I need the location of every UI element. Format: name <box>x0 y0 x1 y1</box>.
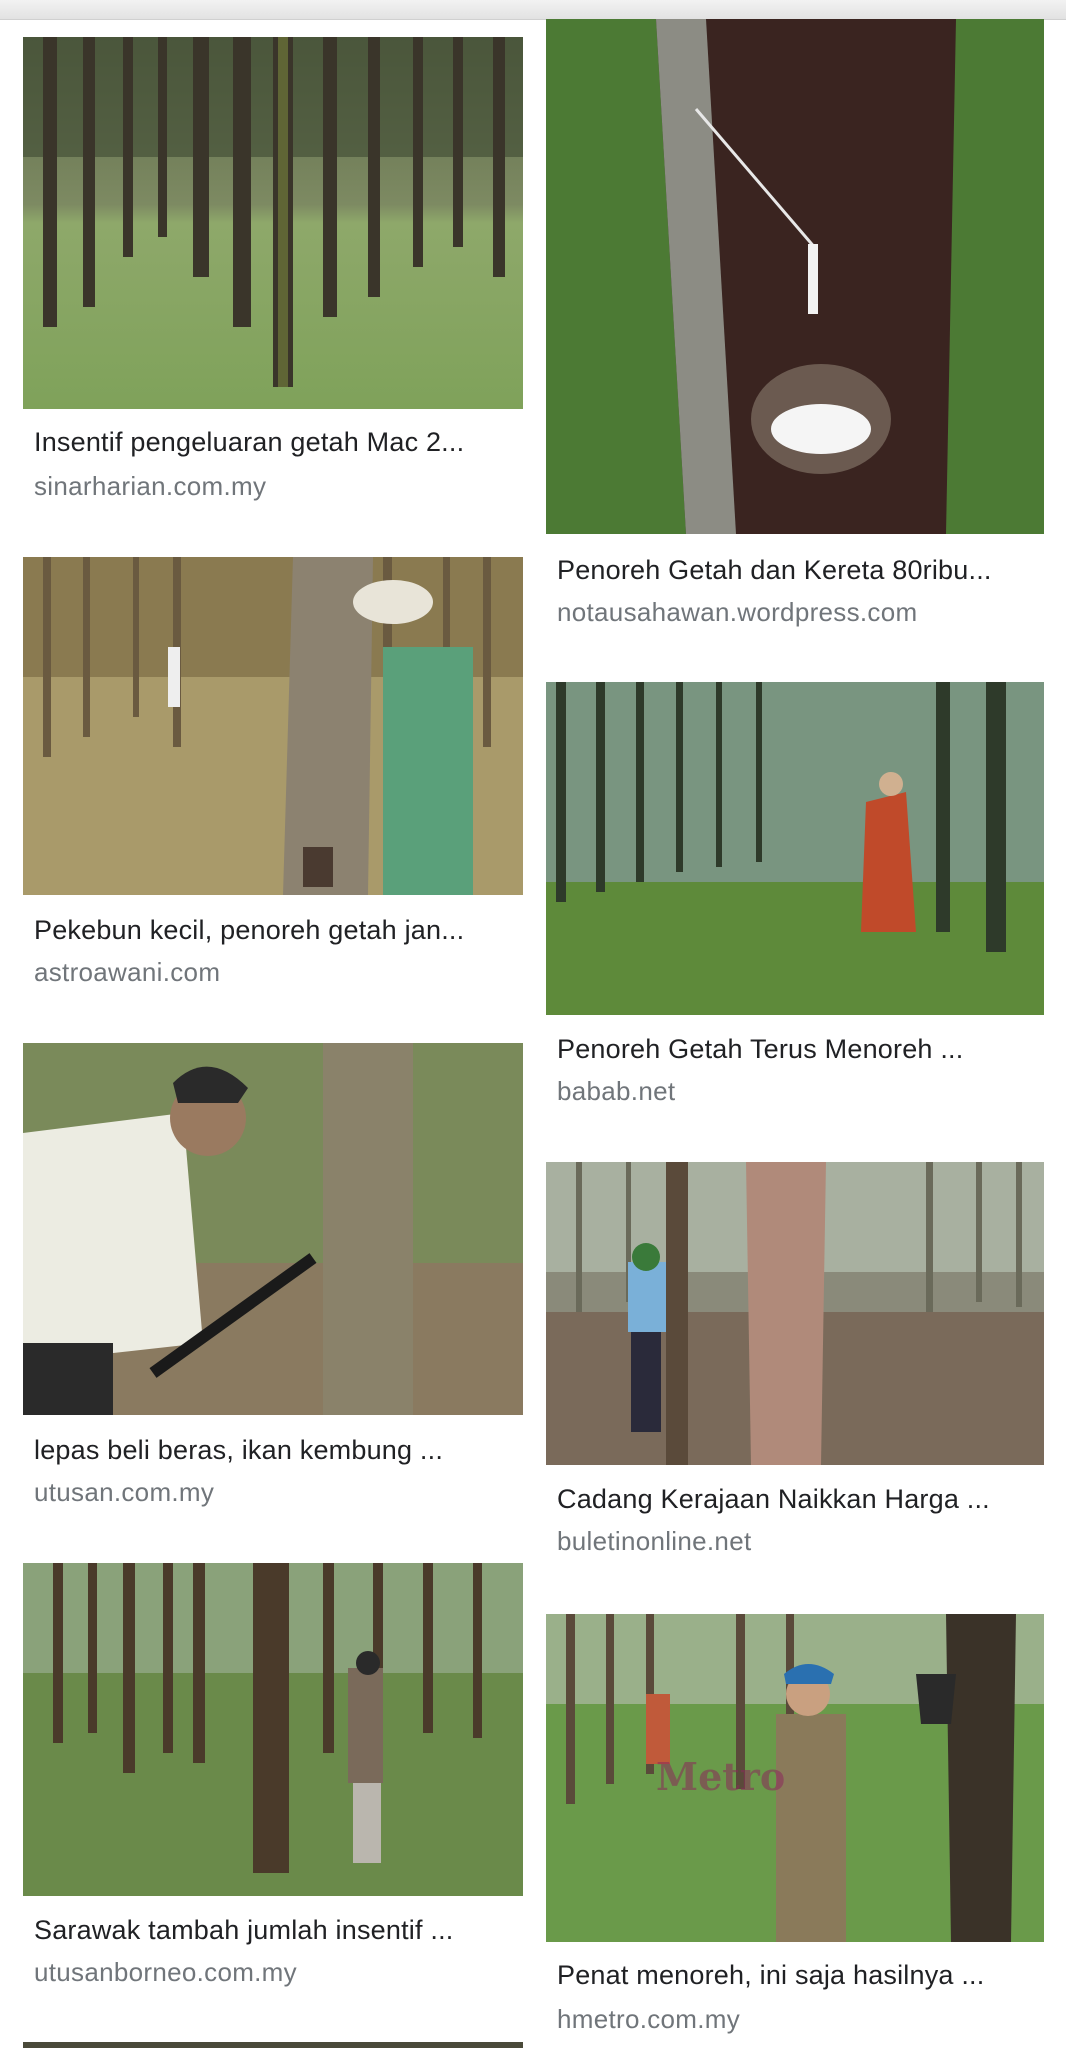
result-title-6[interactable]: Cadang Kerajaan Naikkan Harga ... <box>557 1484 990 1515</box>
result-source-5: utusan.com.my <box>34 1477 215 1507</box>
result-image-8[interactable]: Metro <box>546 1614 1044 1942</box>
result-card-next-partial[interactable] <box>23 2042 523 2048</box>
result-image-2[interactable] <box>546 19 1044 534</box>
result-card-2[interactable]: Penoreh Getah dan Kereta 80ribu... notau… <box>546 19 1044 639</box>
result-image-7[interactable] <box>23 1563 523 1896</box>
result-title-8[interactable]: Penat menoreh, ini saja hasilnya ... <box>557 1960 984 1991</box>
browser-top-bar <box>0 0 1066 20</box>
result-image-4[interactable] <box>546 682 1044 1015</box>
result-title-1[interactable]: Insentif pengeluaran getah Mac 2... <box>34 427 464 458</box>
result-card-5[interactable]: lepas beli beras, ikan kembung ... utusa… <box>23 1043 523 1523</box>
result-card-4[interactable]: Penoreh Getah Terus Menoreh ... babab.ne… <box>546 682 1044 1112</box>
result-source-8: hmetro.com.my <box>557 2004 741 2034</box>
metro-watermark: Metro <box>656 1754 786 1799</box>
result-title-2[interactable]: Penoreh Getah dan Kereta 80ribu... <box>557 555 992 586</box>
result-card-7[interactable]: Sarawak tambah jumlah insentif ... utusa… <box>23 1563 523 2008</box>
result-source-1: sinarharian.com.my <box>34 471 267 501</box>
result-source-3: astroawani.com <box>34 957 221 987</box>
result-card-1[interactable]: Insentif pengeluaran getah Mac 2... sina… <box>23 37 523 517</box>
result-source-4: babab.net <box>557 1076 676 1106</box>
result-image-5[interactable] <box>23 1043 523 1415</box>
result-title-7[interactable]: Sarawak tambah jumlah insentif ... <box>34 1915 454 1946</box>
result-card-6[interactable]: Cadang Kerajaan Naikkan Harga ... buleti… <box>546 1162 1044 1562</box>
result-title-5[interactable]: lepas beli beras, ikan kembung ... <box>34 1435 443 1466</box>
result-source-6: buletinonline.net <box>557 1526 752 1556</box>
result-card-3[interactable]: Pekebun kecil, penoreh getah jan... astr… <box>23 557 523 997</box>
result-image-1[interactable] <box>23 37 523 409</box>
result-image-3[interactable] <box>23 557 523 895</box>
result-source-7: utusanborneo.com.my <box>34 1957 297 1987</box>
result-card-8[interactable]: Metro Penat menoreh, ini saja hasilnya .… <box>546 1614 1044 2048</box>
result-title-3[interactable]: Pekebun kecil, penoreh getah jan... <box>34 915 464 946</box>
result-source-2: notausahawan.wordpress.com <box>557 597 918 627</box>
result-image-6[interactable] <box>546 1162 1044 1465</box>
result-title-4[interactable]: Penoreh Getah Terus Menoreh ... <box>557 1034 963 1065</box>
